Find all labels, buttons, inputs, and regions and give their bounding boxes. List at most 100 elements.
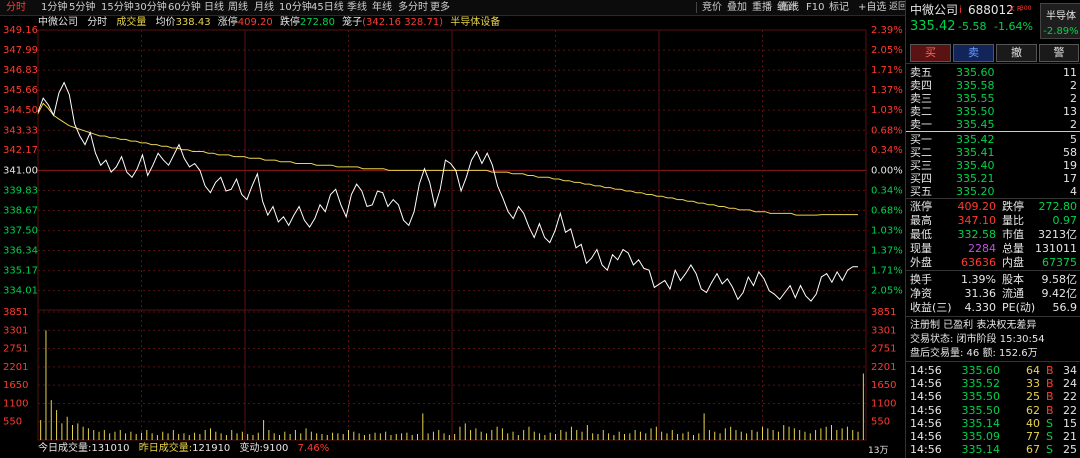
volume-footer: 今日成交量:131010 昨日成交量:121910 变动:9100 7.46% <box>38 442 329 456</box>
fundamental-row: 换手 1.39% 股本 9.58亿 <box>906 273 1080 286</box>
tick-row: 14:56 335.50 62 B 22 <box>906 404 1080 417</box>
cancel-order-button[interactable]: 撤 <box>996 44 1037 62</box>
period-tab-11[interactable]: 季线 <box>347 1 367 14</box>
price-change: -5.58 <box>958 20 987 33</box>
avg-value: 338.43 <box>175 17 211 28</box>
pct-tick-label: 0.68% <box>871 205 903 216</box>
bid-row[interactable]: 买一 335.42 5 <box>906 133 1080 146</box>
period-tab-7[interactable]: 周线 <box>228 1 248 14</box>
period-tab-6[interactable]: 日线 <box>204 1 224 14</box>
book-label: 卖一 <box>910 118 932 131</box>
bid-row[interactable]: 买三 335.40 19 <box>906 159 1080 172</box>
period-toolbar: 分时 1分钟 5分钟 15分钟 30分钟 60分钟 日线 周线 月线 10分钟 45日线 季线 年线 多分… <box>0 0 907 16</box>
stat-value-2: 131011 <box>1035 242 1077 255</box>
cage-values: (342.16 328.71) <box>362 17 444 28</box>
limit-up-label: 涨停 <box>217 17 238 28</box>
sell-button[interactable]: 卖 <box>953 44 994 62</box>
toolbar-action-7[interactable]: +自选 <box>858 1 886 14</box>
book-volume: 19 <box>1063 159 1077 172</box>
period-tab-1[interactable]: 1分钟 <box>41 1 67 14</box>
stat-value-2: 272.80 <box>1038 200 1078 213</box>
toolbar-action-0[interactable]: 竞价 <box>702 1 722 14</box>
toolbar-action-1[interactable]: 叠加 <box>727 1 747 14</box>
toolbar-action-5[interactable]: F10 <box>806 1 824 14</box>
toolbar-action-4[interactable]: 画线 <box>779 1 799 14</box>
stat-label-2: 总量 <box>1002 242 1024 255</box>
buy-button[interactable]: 买 <box>910 44 951 62</box>
book-price: 335.58 <box>956 79 995 92</box>
info-icon[interactable]: i <box>959 4 962 17</box>
tick-volume: 67 <box>1026 443 1040 457</box>
period-tab-14[interactable]: 更多 <box>430 1 450 14</box>
tick-volume: 40 <box>1026 416 1040 430</box>
book-price: 335.55 <box>956 92 995 105</box>
ask-row[interactable]: 卖二 335.50 13 <box>906 105 1080 118</box>
book-price: 335.45 <box>956 118 995 131</box>
chart-svg: 349.16 2.39% 347.99 2.05% 346.83 1.71% 345.66 1… <box>3 25 903 441</box>
tick-price: 335.09 <box>961 430 1001 443</box>
volume-tick-label: 3851 <box>3 307 28 318</box>
stat-value: 2284 <box>968 242 996 255</box>
intraday-chart[interactable]: 349.16 2.39% 347.99 2.05% 346.83 1.71% 345.66 1… <box>0 16 905 458</box>
period-tab-12[interactable]: 年线 <box>372 1 392 14</box>
book-label: 买二 <box>910 146 932 159</box>
change-label: 变动: <box>239 443 263 454</box>
alert-button[interactable]: 警 <box>1039 44 1079 62</box>
period-tab-10[interactable]: 45日线 <box>311 1 344 14</box>
period-tab-4[interactable]: 30分钟 <box>134 1 167 14</box>
period-tab-8[interactable]: 月线 <box>254 1 274 14</box>
book-label: 卖三 <box>910 92 932 105</box>
ask-row[interactable]: 卖三 335.55 2 <box>906 92 1080 105</box>
stat-value: 332.58 <box>957 228 997 241</box>
period-tab-13[interactable]: 多分时 <box>398 1 428 14</box>
stat-label: 最高 <box>910 214 932 227</box>
volume-tick-label: 1650 <box>3 380 28 391</box>
ask-row[interactable]: 卖四 335.58 2 <box>906 79 1080 92</box>
period-tab-5[interactable]: 60分钟 <box>168 1 201 14</box>
stat-label: 最低 <box>910 228 932 241</box>
fund-label: 收益(三) <box>910 301 952 314</box>
pct-tick-label: 1.03% <box>871 226 903 237</box>
period-tab-0[interactable]: 分时 <box>6 1 26 14</box>
period-tab-2[interactable]: 5分钟 <box>69 1 95 14</box>
book-volume: 17 <box>1063 172 1077 185</box>
period-tab-9[interactable]: 10分钟 <box>279 1 312 14</box>
book-price: 335.40 <box>956 159 995 172</box>
pct-tick-label: 0.34% <box>871 186 903 197</box>
tick-count: 24 <box>1063 377 1077 391</box>
book-volume: 4 <box>1070 185 1077 198</box>
period-tab-3[interactable]: 15分钟 <box>101 1 134 14</box>
toolbar-action-6[interactable]: 标记 <box>829 1 849 14</box>
tick-time: 14:56 <box>910 403 942 417</box>
fundamental-row: 净资 31.36 流通 9.42亿 <box>906 287 1080 300</box>
change-value: 9100 <box>262 443 289 454</box>
book-volume: 11 <box>1063 66 1077 79</box>
quote-panel: 中微公司 i 688012 K R 300 半导体 -2.89% 335.42 … <box>905 0 1080 458</box>
stat-value: 63636 <box>961 256 996 269</box>
tick-time: 14:56 <box>910 430 942 443</box>
fund-value: 4.330 <box>964 301 997 314</box>
toolbar-action-2[interactable]: 重播 <box>752 1 772 14</box>
ask-row[interactable]: 卖五 335.60 11 <box>906 66 1080 79</box>
bid-row[interactable]: 买五 335.20 4 <box>906 185 1080 198</box>
volume-tick-label: 2201 <box>3 362 28 373</box>
volume-tick-label: 2751 <box>3 344 28 355</box>
volume-tick-label-right: 550 <box>871 417 890 428</box>
fund-value-2: 9.58亿 <box>1041 273 1078 286</box>
divider <box>906 316 1080 317</box>
avg-price-line <box>37 102 858 216</box>
limit-down-value: 272.80 <box>299 17 335 28</box>
book-label: 卖二 <box>910 105 932 118</box>
ask-row[interactable]: 卖一 335.45 2 <box>906 118 1080 131</box>
tick-time: 14:56 <box>910 364 942 377</box>
chart-header: 中微公司 分时 成交量 均价338.43 涨停409.20 跌停272.80 笼… <box>38 16 500 30</box>
book-label: 卖四 <box>910 79 932 92</box>
stat-row: 外盘 63636 内盘 67375 <box>906 256 1080 269</box>
tick-side: S <box>1046 443 1053 457</box>
bid-row[interactable]: 买四 335.21 17 <box>906 172 1080 185</box>
bid-row[interactable]: 买二 335.41 58 <box>906 146 1080 159</box>
price-tick-label: 349.16 <box>3 25 38 36</box>
sector-label: 半导体设备 <box>450 17 501 28</box>
tick-count: 22 <box>1063 403 1077 417</box>
price-tick-label: 341.00 <box>3 165 38 176</box>
